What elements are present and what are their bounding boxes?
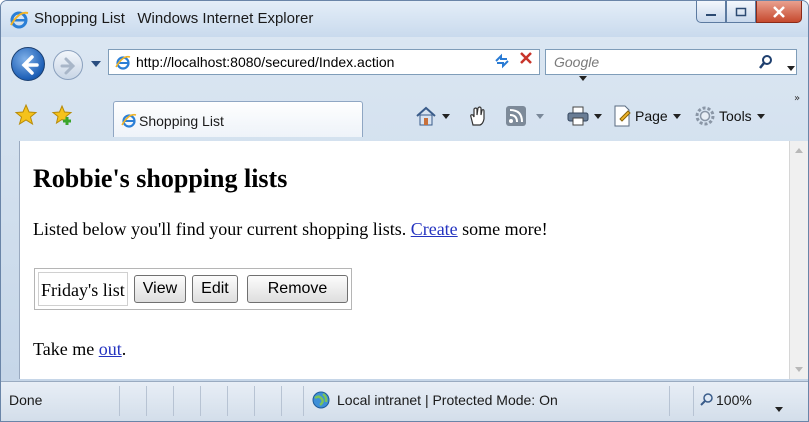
search-placeholder: Google (554, 54, 600, 70)
create-link[interactable]: Create (411, 219, 458, 239)
back-arrow-icon (21, 55, 39, 75)
window-title: Shopping List Windows Internet Explorer (34, 10, 314, 27)
refresh-button[interactable] (493, 52, 511, 74)
logout-link[interactable]: out (99, 339, 122, 359)
chevron-down-icon (594, 113, 602, 119)
intro-after-text: some more! (457, 219, 548, 239)
tab-label: Shopping List (139, 113, 224, 129)
page-ie-icon (121, 113, 137, 128)
status-divider (119, 386, 120, 416)
security-zone-text[interactable]: Local intranet | Protected Mode: On (337, 392, 558, 408)
status-text: Done (9, 392, 43, 408)
address-row: http://localhost:8080/secured/Index.acti… (1, 39, 808, 89)
status-divider (200, 386, 201, 416)
status-bar: Done Local intranet | Protected Mode: On… (1, 381, 808, 421)
view-button[interactable]: View (133, 275, 187, 303)
tab-shopping-list[interactable]: Shopping List (113, 101, 363, 137)
status-divider (146, 386, 147, 416)
window-controls (696, 1, 802, 25)
page-icon (614, 105, 631, 127)
favorites-star-icon[interactable] (14, 103, 38, 127)
close-button[interactable] (756, 1, 802, 23)
tools-menu-label: Tools (719, 108, 752, 124)
list-name-cell: Friday's list (38, 272, 128, 306)
close-icon (773, 5, 785, 18)
feeds-button[interactable] (506, 105, 526, 127)
title-bar[interactable]: Shopping List Windows Internet Explorer (1, 1, 808, 37)
takeme-before-text: Take me (33, 339, 99, 359)
status-divider (281, 386, 282, 416)
zoom-dropdown-button[interactable] (770, 399, 783, 415)
search-icon[interactable] (758, 54, 774, 70)
zoom-level[interactable]: 100% (716, 392, 752, 408)
refresh-icon (495, 53, 509, 69)
tab-row: Shopping List Page Tools » (1, 93, 808, 137)
edit-button[interactable]: Edit (192, 275, 238, 303)
browser-window: Shopping List Windows Internet Explorer (0, 0, 809, 422)
stop-button[interactable] (518, 50, 534, 70)
status-divider (227, 386, 228, 416)
back-button[interactable] (11, 47, 45, 81)
remove-button[interactable]: Remove (246, 275, 349, 303)
page-menu-button[interactable]: Page (612, 105, 681, 127)
scroll-up-icon[interactable] (795, 148, 803, 153)
print-button[interactable] (567, 105, 602, 127)
page-menu-label: Page (635, 108, 668, 124)
takeme-after-text: . (121, 339, 127, 359)
recent-pages-dropdown-icon[interactable] (90, 59, 102, 69)
tools-menu-button[interactable]: Tools (694, 105, 765, 127)
ie-logo-icon (10, 11, 29, 29)
toolbar-overflow-icon[interactable]: » (794, 93, 800, 104)
logout-text: Take me out. (33, 339, 126, 360)
forward-button[interactable] (53, 50, 83, 80)
maximize-icon (735, 7, 747, 16)
status-divider (254, 386, 255, 416)
address-url[interactable]: http://localhost:8080/secured/Index.acti… (136, 54, 394, 70)
chevron-down-icon (787, 66, 795, 71)
scroll-down-icon[interactable] (795, 367, 803, 372)
status-divider (303, 386, 304, 416)
home-button[interactable] (415, 105, 450, 127)
vertical-scrollbar[interactable] (789, 141, 808, 379)
maximize-button[interactable] (726, 1, 756, 23)
feeds-dropdown-button[interactable] (531, 105, 544, 127)
status-divider (173, 386, 174, 416)
gear-icon (695, 106, 715, 126)
status-divider (669, 386, 670, 416)
chevron-down-icon (579, 76, 587, 81)
page-content: Robbie's shopping lists Listed below you… (19, 141, 789, 379)
forward-arrow-icon (60, 57, 76, 75)
search-field[interactable]: Google (545, 49, 797, 75)
status-divider (693, 386, 694, 416)
intro-before-text: Listed below you'll find your current sh… (33, 219, 411, 239)
intranet-globe-icon[interactable] (311, 390, 331, 410)
rss-feed-icon (506, 106, 526, 126)
search-options-button[interactable] (782, 60, 795, 75)
page-title: Robbie's shopping lists (33, 164, 288, 193)
hand-icon (470, 106, 485, 126)
chevron-down-icon (775, 407, 783, 412)
intro-text: Listed below you'll find your current sh… (33, 219, 548, 240)
chevron-down-icon (672, 113, 681, 119)
chevron-down-icon (442, 113, 450, 119)
zoom-magnifier-icon (700, 393, 713, 406)
minimize-icon (706, 13, 716, 16)
address-bar[interactable]: http://localhost:8080/secured/Index.acti… (108, 49, 587, 81)
chevron-down-icon (756, 113, 765, 119)
page-ie-icon (115, 55, 131, 70)
add-favorite-icon[interactable] (50, 103, 74, 127)
panning-hand-button[interactable] (467, 105, 489, 127)
stop-icon (520, 52, 532, 64)
chevron-down-icon (536, 113, 544, 119)
home-icon (416, 106, 436, 126)
minimize-button[interactable] (696, 1, 726, 23)
shopping-list-table: Friday's list View Edit Remove (34, 268, 353, 310)
printer-icon (567, 106, 589, 126)
